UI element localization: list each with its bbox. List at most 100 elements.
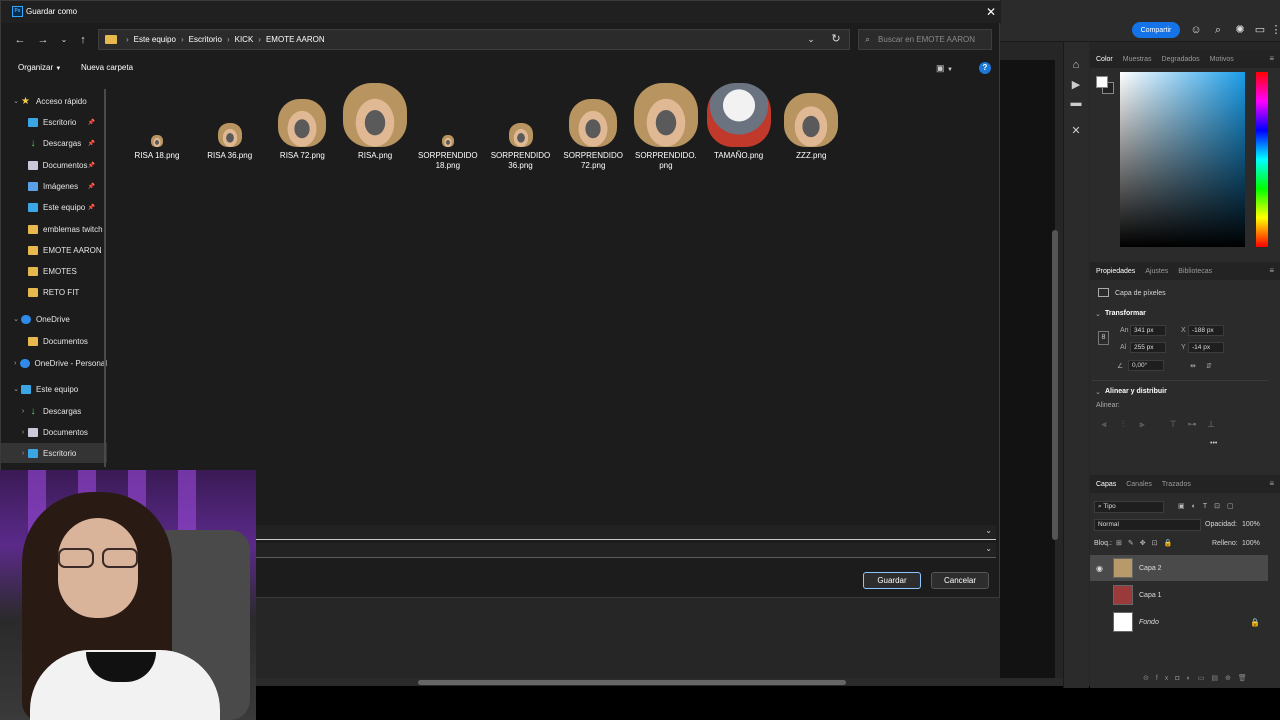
search-input[interactable]: ⌕ Buscar en EMOTE AARON <box>858 29 992 50</box>
opacity-value[interactable]: 100% <box>1242 521 1260 528</box>
file-item[interactable]: SORPRENDIDO 36.png <box>486 87 556 171</box>
flip-horizontal-icon[interactable]: ⇹ <box>1190 362 1196 370</box>
layer-filter-icons[interactable]: ▣◐T⊡▢ <box>1178 502 1241 510</box>
nav-item[interactable]: Este equipo 📌 <box>1 197 107 217</box>
align-left-icon[interactable]: ⫷ <box>1099 419 1109 429</box>
organize-button[interactable]: Organizar ▼ <box>18 63 61 72</box>
breadcrumb-item[interactable]: Este equipo <box>134 35 176 44</box>
nav-item[interactable]: › ↓ Descargas <box>1 401 107 421</box>
eye-icon[interactable]: ◉ <box>1096 564 1103 573</box>
layer-bottom-icons[interactable]: ⊝fx◘◐▭▤⊕🗑 <box>1143 674 1254 682</box>
address-bar[interactable]: › Este equipo › Escritorio › KICK › EMOT… <box>98 29 850 50</box>
search-icon[interactable]: ⌕ <box>1212 24 1224 36</box>
chevron-icon[interactable]: › <box>18 450 28 457</box>
y-field[interactable]: -14 px <box>1188 342 1224 353</box>
align-bottom-icon[interactable]: ⊥ <box>1206 419 1216 429</box>
x-field[interactable]: -188 px <box>1188 325 1224 336</box>
fill-value[interactable]: 100% <box>1242 540 1260 547</box>
file-item[interactable]: SORPRENDIDO.png <box>631 83 701 171</box>
tab-channels[interactable]: Canales <box>1126 481 1152 488</box>
file-list-area[interactable]: RISA 18.png RISA 36.png RISA 72.png RISA.pn… <box>111 83 999 518</box>
chevron-icon[interactable]: › <box>18 408 28 415</box>
chevron-down-icon[interactable]: ⌄ <box>985 544 992 553</box>
menu-icon[interactable]: ⋮ <box>1270 24 1280 36</box>
panel-menu-icon[interactable]: ≡ <box>1269 479 1274 488</box>
comment-icon[interactable]: ▬ <box>1068 96 1084 110</box>
people-icon[interactable]: ☺ <box>1190 24 1202 36</box>
back-arrow-icon[interactable]: ← <box>13 33 27 47</box>
file-item[interactable]: RISA 36.png <box>195 87 265 161</box>
nav-item[interactable]: › OneDrive - Personal <box>1 353 107 373</box>
panel-menu-icon[interactable]: ≡ <box>1269 54 1274 63</box>
file-item[interactable]: ZZZ.png <box>776 87 846 161</box>
chevron-icon[interactable]: ⌄ <box>11 385 21 393</box>
nav-item[interactable]: › Escritorio <box>1 443 107 463</box>
nav-scrollbar[interactable] <box>104 89 106 467</box>
color-picker-field[interactable] <box>1120 72 1245 247</box>
save-button[interactable]: Guardar <box>863 572 921 589</box>
nav-item[interactable]: › Documentos <box>1 422 107 442</box>
new-folder-button[interactable]: Nueva carpeta <box>81 63 133 72</box>
file-item[interactable]: SORPRENDIDO 72.png <box>558 87 628 171</box>
nav-item[interactable]: ⌄ OneDrive <box>1 309 107 329</box>
chevron-icon[interactable]: ⌄ <box>11 97 21 105</box>
link-icon[interactable]: 8 <box>1098 331 1109 345</box>
nav-item[interactable]: Documentos 📌 <box>1 155 107 175</box>
share-button[interactable]: Compartir <box>1132 22 1180 38</box>
lightbulb-icon[interactable]: ✺ <box>1234 24 1246 36</box>
chevron-icon[interactable]: › <box>11 360 20 367</box>
align-top-icon[interactable]: ⊤ <box>1168 419 1178 429</box>
tab-paths[interactable]: Trazados <box>1162 481 1191 488</box>
layer-row[interactable]: ◉ Capa 2 <box>1090 555 1268 581</box>
up-arrow-icon[interactable]: ↑ <box>76 33 90 47</box>
layer-row[interactable]: Capa 1 <box>1090 582 1268 608</box>
nav-item[interactable]: RETO FIT <box>1 282 107 302</box>
close-button[interactable]: ✕ <box>983 4 999 20</box>
blend-mode-dropdown[interactable]: Normal <box>1094 519 1201 531</box>
angle-field[interactable]: 0,00° <box>1128 360 1164 371</box>
workspace-icon[interactable]: ▭ <box>1254 24 1266 36</box>
nav-item[interactable]: EMOTE AARON <box>1 240 107 260</box>
play-icon[interactable]: ▶ <box>1068 78 1084 92</box>
ps-scroll-thumb[interactable] <box>418 680 846 685</box>
panel-menu-icon[interactable]: ≡ <box>1269 266 1274 275</box>
chevron-down-icon[interactable]: ⌄ <box>1095 310 1101 318</box>
more-options-icon[interactable]: ••• <box>1210 440 1217 447</box>
ps-canvas-area[interactable] <box>1000 60 1055 680</box>
cancel-button[interactable]: Cancelar <box>931 572 989 589</box>
file-item[interactable]: RISA 18.png <box>122 87 192 161</box>
view-options-icon[interactable]: ▣ ▼ <box>936 62 962 74</box>
width-field[interactable]: 341 px <box>1130 325 1166 336</box>
ps-vertical-scrollbar[interactable] <box>1052 230 1058 540</box>
file-item[interactable]: SORPRENDIDO 18.png <box>413 87 483 171</box>
nav-item[interactable]: emblemas twitch <box>1 219 107 239</box>
file-name-field[interactable]: ⌄ <box>256 525 996 540</box>
breadcrumb-item[interactable]: Escritorio <box>189 35 222 44</box>
file-item[interactable]: RISA 72.png <box>267 87 337 161</box>
nav-item[interactable]: Imágenes 📌 <box>1 176 107 196</box>
recent-chevron-icon[interactable]: ⌄ <box>57 33 71 47</box>
nav-item[interactable]: Documentos <box>1 331 107 351</box>
flip-vertical-icon[interactable]: ⇵ <box>1206 362 1212 370</box>
chevron-icon[interactable]: ⌄ <box>11 315 21 323</box>
lock-icons[interactable]: ⊞✎✥⊡🔒 <box>1116 539 1178 547</box>
nav-item[interactable]: ↓ Descargas 📌 <box>1 133 107 153</box>
tab-properties[interactable]: Propiedades <box>1096 268 1135 275</box>
breadcrumb-item[interactable]: KICK <box>235 35 254 44</box>
file-item[interactable]: RISA.png <box>340 83 410 161</box>
layer-filter-dropdown[interactable]: ⌕ Tipo <box>1094 501 1164 513</box>
file-type-dropdown[interactable]: ⌄ <box>256 543 996 558</box>
chevron-icon[interactable]: › <box>18 429 28 436</box>
align-middle-icon[interactable]: ⊶ <box>1187 419 1197 429</box>
file-item[interactable]: TAMAÑO.png <box>704 83 774 161</box>
tab-swatches[interactable]: Muestras <box>1123 56 1152 63</box>
align-right-icon[interactable]: ⫸ <box>1137 419 1147 429</box>
tab-gradients[interactable]: Degradados <box>1162 56 1200 63</box>
tab-color[interactable]: Color <box>1096 56 1113 63</box>
nav-item[interactable]: ⌄ Este equipo <box>1 379 107 399</box>
breadcrumb-item[interactable]: EMOTE AARON <box>266 35 325 44</box>
chevron-down-icon[interactable]: ⌄ <box>1095 388 1101 396</box>
foreground-color-swatch[interactable] <box>1096 76 1108 88</box>
height-field[interactable]: 255 px <box>1130 342 1166 353</box>
tab-layers[interactable]: Capas <box>1096 481 1116 488</box>
